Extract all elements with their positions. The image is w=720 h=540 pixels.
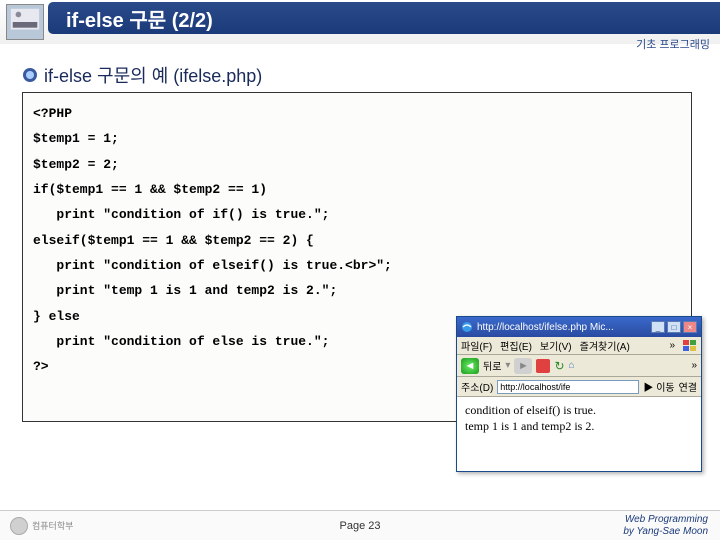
output-line: condition of elseif() is true. xyxy=(465,403,693,419)
section-heading-row: if-else 구문의 예 (ifelse.php) xyxy=(22,62,262,88)
menu-chevron-icon[interactable]: » xyxy=(669,340,675,351)
home-icon[interactable]: ⌂ xyxy=(569,360,575,371)
code-line: if($temp1 == 1 && $temp2 == 1) xyxy=(33,177,681,202)
connection-label: 연결 xyxy=(679,379,697,394)
course-subtitle: 기초 프로그래밍 xyxy=(636,36,710,52)
code-line: print "condition of elseif() is true.<br… xyxy=(33,253,681,278)
menu-view[interactable]: 보기(V) xyxy=(540,338,572,353)
section-heading: if-else 구문의 예 (ifelse.php) xyxy=(44,62,262,88)
browser-window: http://localhost/ifelse.php Mic... _ □ ×… xyxy=(456,316,702,472)
slide-footer: 컴퓨터학부 Page 23 Web Programming by Yang-Sa… xyxy=(0,510,720,540)
browser-addressbar: 주소(D) ▶ 이동 연결 xyxy=(457,377,701,397)
menu-favorites[interactable]: 즐겨찾기(A) xyxy=(580,338,630,353)
header-photo-icon xyxy=(6,4,44,40)
footer-credit: Web Programming by Yang-Sae Moon xyxy=(623,514,708,538)
slide-header: if-else 구문 (2/2) 기초 프로그래밍 xyxy=(0,0,720,44)
window-buttons: _ □ × xyxy=(651,321,697,333)
code-line: <?PHP xyxy=(33,101,681,126)
code-line: elseif($temp1 == 1 && $temp2 == 2) { xyxy=(33,228,681,253)
toolbar-chevron-icon[interactable]: » xyxy=(691,360,697,371)
slide-title: if-else 구문 (2/2) xyxy=(66,4,213,33)
credit-line-2: by Yang-Sae Moon xyxy=(623,526,708,538)
code-line: print "condition of if() is true."; xyxy=(33,202,681,227)
browser-title: http://localhost/ifelse.php Mic... xyxy=(477,322,651,333)
ie-icon xyxy=(461,321,473,333)
forward-button[interactable]: ► xyxy=(514,358,532,374)
back-label: 뒤로 xyxy=(483,358,501,373)
address-input[interactable] xyxy=(497,380,639,394)
code-line: $temp2 = 2; xyxy=(33,152,681,177)
browser-titlebar: http://localhost/ifelse.php Mic... _ □ × xyxy=(457,317,701,337)
stop-icon[interactable] xyxy=(536,359,550,373)
browser-toolbar: ◄ 뒤로 ▾ ► ↻ ⌂ » xyxy=(457,355,701,377)
close-button[interactable]: × xyxy=(683,321,697,333)
menu-edit[interactable]: 편집(E) xyxy=(500,338,532,353)
title-bar: if-else 구문 (2/2) xyxy=(48,2,720,34)
refresh-icon[interactable]: ↻ xyxy=(554,359,564,373)
go-button[interactable]: ▶ 이동 xyxy=(643,379,674,394)
browser-content: condition of elseif() is true. temp 1 is… xyxy=(457,397,701,440)
code-line: print "temp 1 is 1 and temp2 is 2."; xyxy=(33,278,681,303)
minimize-button[interactable]: _ xyxy=(651,321,665,333)
bullet-icon xyxy=(22,67,38,83)
back-button[interactable]: ◄ xyxy=(461,358,479,374)
page-number: Page 23 xyxy=(0,520,720,532)
address-label: 주소(D) xyxy=(461,379,493,394)
code-line: $temp1 = 1; xyxy=(33,126,681,151)
university-logo-icon xyxy=(10,517,28,535)
footer-logo-text: 컴퓨터학부 xyxy=(32,519,73,532)
maximize-button[interactable]: □ xyxy=(667,321,681,333)
footer-logo: 컴퓨터학부 xyxy=(10,517,73,535)
browser-menubar: 파일(F) 편집(E) 보기(V) 즐겨찾기(A) » xyxy=(457,337,701,355)
credit-line-1: Web Programming xyxy=(623,514,708,526)
slide: if-else 구문 (2/2) 기초 프로그래밍 if-else 구문의 예 … xyxy=(0,0,720,540)
menu-file[interactable]: 파일(F) xyxy=(461,338,492,353)
windows-flag-icon xyxy=(683,340,697,352)
output-line: temp 1 is 1 and temp2 is 2. xyxy=(465,419,693,435)
